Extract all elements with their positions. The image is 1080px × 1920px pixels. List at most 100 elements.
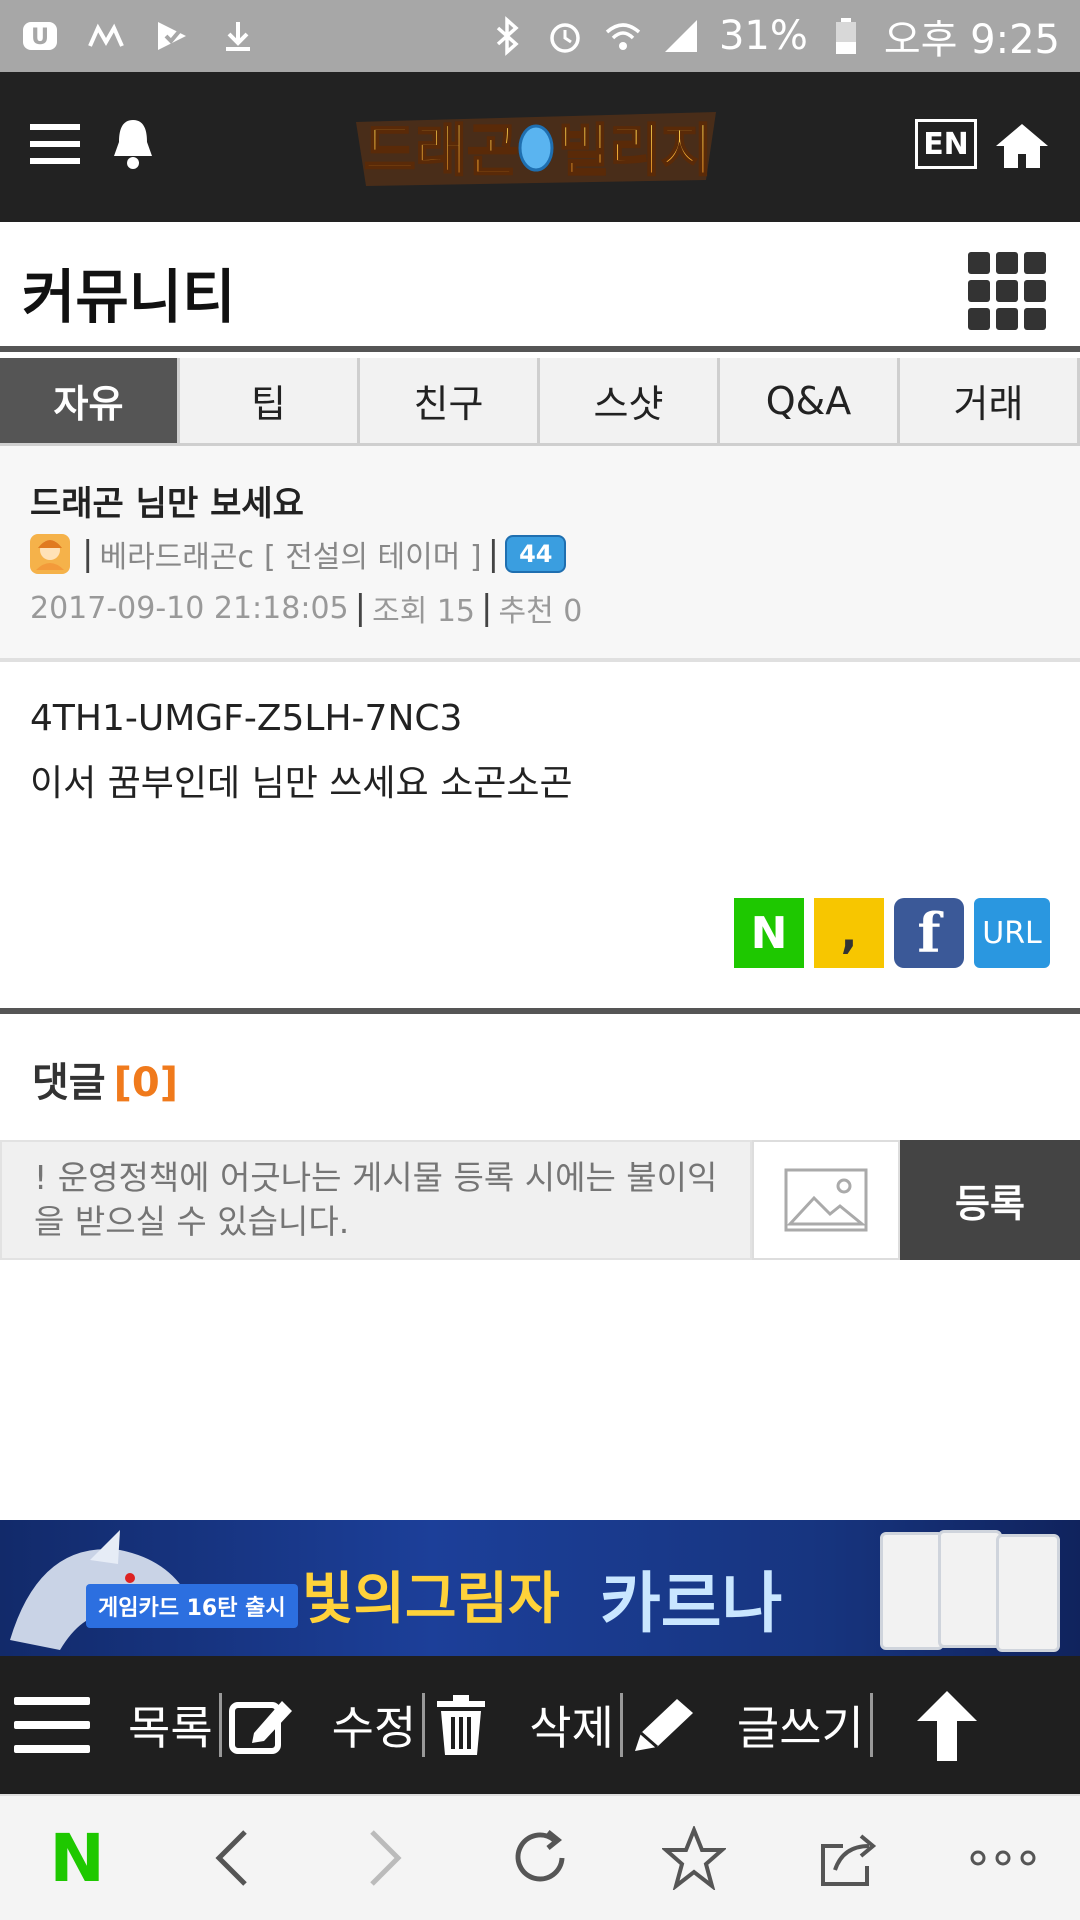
board-tabs: 자유 팁 친구 스샷 Q&A 거래 (0, 358, 1080, 446)
comment-label: 댓글 (32, 1060, 106, 1106)
post-body-line: 4TH1-UMGF-Z5LH-7NC3 (30, 698, 463, 739)
battery-icon (826, 16, 866, 56)
tab-trade[interactable]: 거래 (900, 358, 1080, 443)
comment-count: [0] (113, 1060, 179, 1106)
signal-icon (661, 16, 701, 56)
ad-banner[interactable]: 게임카드 16탄 출시 빛의그림자 카르나 (0, 1520, 1080, 1656)
status-bar: U 31% 오후 9:25 (0, 0, 1080, 72)
mail-m-icon (86, 16, 126, 56)
image-icon (784, 1168, 868, 1232)
post-body-line: 이서 꿈부인데 님만 쓰세요 소곤소곤 (30, 763, 573, 804)
share-button[interactable] (804, 1813, 894, 1903)
clock: 오후 9:25 (883, 17, 1060, 63)
back-button[interactable] (186, 1813, 276, 1903)
comment-header: 댓글 [0] (32, 1050, 178, 1108)
dragon-village-logo[interactable]: 드래곤 빌리지 (346, 102, 726, 192)
separator: | (487, 534, 500, 574)
comment-submit-button[interactable]: 등록 (900, 1140, 1080, 1260)
post-title: 드래곤 님만 보세요 (30, 484, 304, 524)
share-icon (820, 1834, 876, 1886)
grid-menu-icon[interactable] (968, 252, 1046, 330)
u-plus-icon: U (20, 16, 60, 56)
chevron-left-icon (215, 1830, 248, 1886)
more-button[interactable] (958, 1813, 1048, 1903)
bell-icon[interactable] (108, 116, 158, 176)
edit-icon (228, 1701, 292, 1754)
forward-button[interactable] (341, 1813, 431, 1903)
banner-title: 빛의그림자 (302, 1567, 560, 1632)
post-datetime: 2017-09-10 21:18:05 (30, 590, 349, 626)
page-title-bar: 커뮤니티 (0, 222, 1080, 352)
chevron-right-icon (369, 1830, 402, 1886)
menu-icon[interactable] (30, 122, 80, 170)
card-pack-images (880, 1528, 1060, 1652)
delete-label: 삭제 (529, 1701, 614, 1755)
share-buttons: N , f URL (734, 898, 1050, 968)
list-label: 목록 (128, 1701, 213, 1755)
bookmark-button[interactable] (649, 1813, 739, 1903)
tab-tips[interactable]: 팁 (180, 358, 360, 443)
svg-text:빌리지: 빌리지 (558, 119, 713, 184)
write-label: 글쓰기 (736, 1701, 864, 1755)
alarm-icon (545, 16, 585, 56)
trash-icon (437, 1695, 486, 1755)
play-check-icon (152, 16, 192, 56)
top-header: 드래곤 빌리지 EN (0, 72, 1080, 222)
kakao-share-button[interactable]: , (814, 898, 884, 968)
level-badge: 44 (505, 535, 567, 573)
naver-share-button[interactable]: N (734, 898, 804, 968)
comment-input[interactable] (0, 1140, 752, 1260)
banner-subtitle: 카르나 (600, 1565, 783, 1642)
svg-text:U: U (31, 25, 49, 50)
battery-percent: 31% (718, 13, 808, 59)
refresh-button[interactable] (495, 1813, 585, 1903)
separator (422, 1693, 426, 1757)
separator (619, 1693, 623, 1757)
post-author[interactable]: 베라드래곤c (99, 532, 254, 576)
comment-form: 등록 (0, 1140, 1080, 1260)
tab-screenshots[interactable]: 스샷 (540, 358, 720, 443)
separator: | (354, 588, 367, 628)
menu-icon[interactable] (0, 1656, 90, 1794)
post-header: 드래곤 님만 보세요 | 베라드래곤c [ 전설의 테이머 ] | 44 201… (0, 446, 1080, 662)
wifi-icon (603, 16, 643, 56)
post-content: 4TH1-UMGF-Z5LH-7NC3 이서 꿈부인데 님만 쓰세요 소곤소곤 … (0, 662, 1080, 1014)
refresh-icon (515, 1830, 565, 1882)
svg-text:드래곤: 드래곤 (364, 119, 519, 184)
post-meta-row: 2017-09-10 21:18:05 | 조회 15 | 추천 0 (30, 586, 582, 630)
tab-free[interactable]: 자유 (0, 358, 180, 443)
write-button[interactable]: 글쓰기 (629, 1656, 864, 1794)
edit-label: 수정 (331, 1701, 417, 1755)
post-author-title: [ 전설의 테이머 ] (263, 540, 482, 575)
tab-qna[interactable]: Q&A (720, 358, 900, 443)
separator: | (481, 588, 493, 628)
home-icon[interactable] (994, 120, 1050, 174)
page-title: 커뮤니티 (22, 263, 236, 331)
arrow-up-icon (916, 1691, 977, 1761)
post-views: 조회 15 (372, 594, 476, 629)
download-icon (218, 16, 258, 56)
avatar[interactable] (30, 534, 70, 574)
post-action-bar: 목록 수정 삭제 글쓰기 (0, 1656, 1080, 1794)
naver-home-button[interactable]: N (32, 1813, 122, 1903)
pencil-icon (634, 1699, 693, 1751)
post-likes: 추천 0 (498, 594, 583, 629)
scroll-top-button[interactable] (913, 1656, 981, 1794)
post-author-row: | 베라드래곤c [ 전설의 테이머 ] | 44 (30, 532, 567, 576)
more-dots-icon (970, 1850, 1036, 1866)
star-icon (662, 1826, 727, 1890)
bluetooth-icon (487, 16, 527, 56)
edit-button[interactable]: 수정 (228, 1656, 417, 1794)
banner-badge: 게임카드 16탄 출시 (86, 1584, 298, 1628)
delete-button[interactable]: 삭제 (431, 1656, 614, 1794)
list-button[interactable]: 목록 (128, 1656, 213, 1794)
browser-nav-bar: N (0, 1794, 1080, 1920)
separator: | (82, 534, 94, 574)
tab-friends[interactable]: 친구 (360, 358, 540, 443)
separator (218, 1693, 222, 1757)
language-en-button[interactable]: EN (915, 119, 977, 169)
url-share-button[interactable]: URL (974, 898, 1050, 968)
facebook-share-button[interactable]: f (894, 898, 964, 968)
separator (869, 1693, 873, 1757)
image-upload-button[interactable] (752, 1140, 900, 1260)
